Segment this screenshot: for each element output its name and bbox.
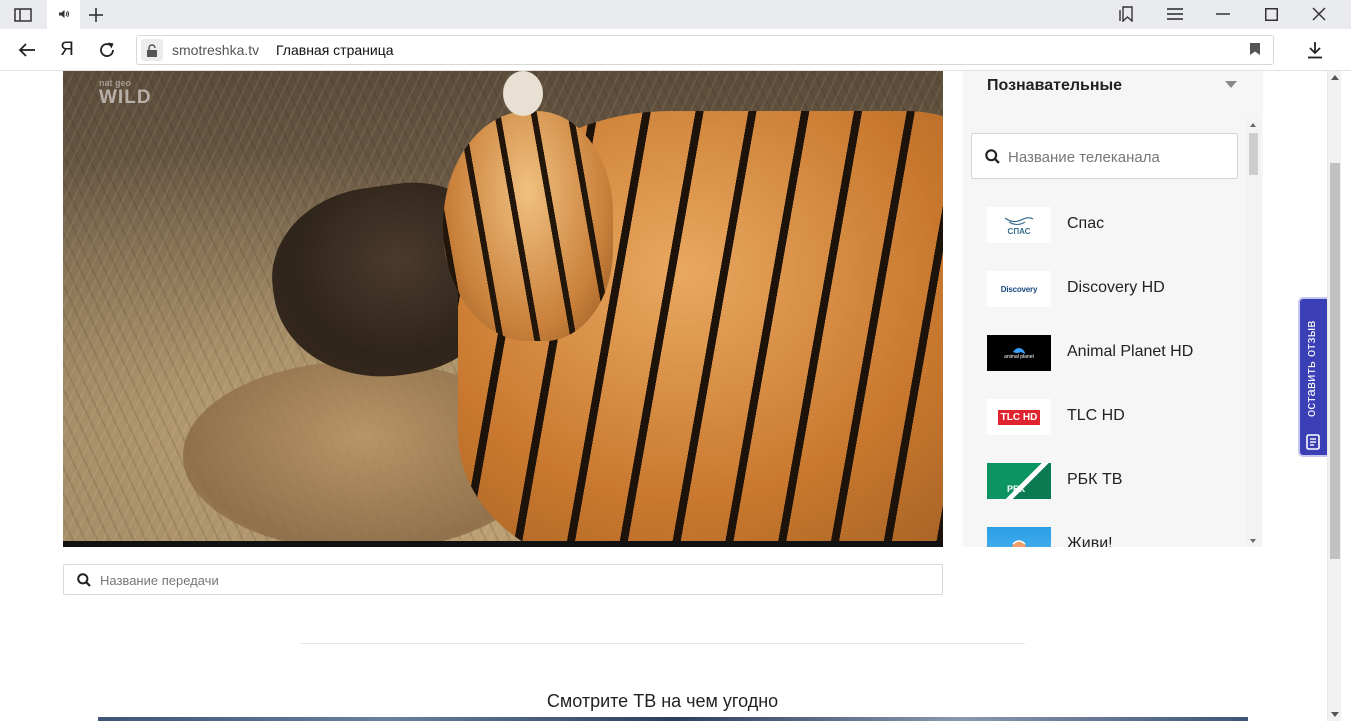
download-icon: [1308, 42, 1322, 59]
promo-banner-strip: [98, 717, 1248, 721]
channel-name: Discovery HD: [1067, 279, 1165, 296]
channel-name: Animal Planet HD: [1067, 343, 1194, 360]
reload-button[interactable]: [94, 37, 120, 63]
channel-search[interactable]: [971, 133, 1238, 179]
channel-item[interactable]: Discovery Discovery HD: [963, 255, 1245, 319]
scroll-down-icon[interactable]: [1250, 539, 1256, 543]
menu-button[interactable]: [1162, 2, 1188, 26]
scrollbar-thumb[interactable]: [1330, 163, 1340, 559]
address-bar[interactable]: smotreshka.tv Главная страница: [136, 35, 1274, 65]
section-divider: [300, 643, 1025, 644]
scroll-up-icon[interactable]: [1331, 75, 1339, 80]
maximize-icon: [1264, 7, 1278, 21]
channel-item[interactable]: TLC HD TLC HD: [963, 383, 1245, 447]
back-button[interactable]: [14, 37, 40, 63]
category-dropdown[interactable]: Познавательные: [963, 71, 1263, 116]
page-scrollbar[interactable]: [1327, 71, 1341, 721]
lock-icon[interactable]: [141, 39, 163, 61]
channel-name: РБК ТВ: [1067, 471, 1123, 488]
promo-heading: Смотрите ТВ на чем угодно: [546, 691, 779, 711]
speaker-icon: [58, 6, 70, 24]
minimize-icon: [1216, 13, 1230, 15]
hamburger-icon: [1167, 8, 1183, 20]
browser-nav-bar: Я smotreshka.tv Главная страница: [0, 29, 1351, 71]
program-search-input[interactable]: [100, 571, 920, 589]
scroll-up-icon[interactable]: [1250, 123, 1256, 127]
feedback-icon: [1304, 433, 1322, 451]
bookmarks-icon: [1119, 6, 1133, 22]
search-icon: [985, 149, 1000, 169]
browser-tab[interactable]: [47, 0, 80, 29]
channel-name: Живи!: [1067, 535, 1113, 547]
category-label: Познавательные: [987, 77, 1123, 94]
minimize-button[interactable]: [1210, 2, 1236, 26]
browser-tab-bar: [0, 0, 1351, 29]
channel-name: TLC HD: [1067, 407, 1125, 424]
channel-search-input[interactable]: [1008, 147, 1228, 167]
channel-logo: TLC HD: [987, 399, 1051, 435]
maximize-button[interactable]: [1258, 2, 1284, 26]
new-tab-button[interactable]: [84, 3, 108, 27]
channel-logo: СПАС: [987, 207, 1051, 243]
channel-name: Спас: [1067, 215, 1105, 232]
channel-sidebar: Познавательные СПАС Спас Discovery Dis: [963, 71, 1263, 547]
sidebar-toggle-icon[interactable]: [8, 5, 38, 25]
channel-list: СПАС Спас Discovery Discovery HD animal …: [963, 191, 1245, 547]
plus-icon: [89, 8, 103, 22]
channel-item[interactable]: animal planet Animal Planet HD: [963, 319, 1245, 383]
address-domain: smotreshka.tv: [172, 42, 260, 58]
player-progress-bar[interactable]: [63, 541, 943, 547]
video-player[interactable]: nat geo WILD: [63, 71, 943, 547]
channel-list-scrollbar[interactable]: [1246, 119, 1261, 547]
bookmark-icon[interactable]: [1249, 42, 1263, 58]
reload-icon: [100, 42, 114, 57]
bookmarks-collection-button[interactable]: [1114, 2, 1140, 26]
program-search[interactable]: [63, 564, 943, 595]
channel-logo: animal planet: [987, 335, 1051, 371]
channel-item[interactable]: Живи!: [963, 511, 1245, 547]
address-page-title: Главная страница: [276, 42, 394, 58]
back-arrow-icon: [18, 43, 35, 57]
channel-logo: Discovery: [987, 271, 1051, 307]
channel-logo: [987, 527, 1051, 547]
feedback-label: оставить отзыв: [1303, 320, 1318, 418]
scroll-down-icon[interactable]: [1331, 712, 1339, 717]
channel-item[interactable]: СПАС Спас: [963, 191, 1245, 255]
chevron-down-icon: [1225, 81, 1237, 88]
close-window-button[interactable]: [1306, 2, 1332, 26]
downloads-button[interactable]: [1302, 37, 1328, 63]
page-content: nat geo WILD Смотрите ТВ на чем угодно П…: [0, 71, 1341, 721]
yandex-button[interactable]: Я: [54, 37, 80, 63]
feedback-tab[interactable]: оставить отзыв: [1298, 297, 1327, 457]
channel-logo: РБК: [987, 463, 1051, 499]
search-icon: [77, 573, 91, 592]
channel-item[interactable]: РБК РБК ТВ: [963, 447, 1245, 511]
channel-watermark: nat geo WILD: [99, 78, 152, 108]
scrollbar-thumb[interactable]: [1249, 133, 1258, 175]
close-icon: [1312, 7, 1326, 21]
